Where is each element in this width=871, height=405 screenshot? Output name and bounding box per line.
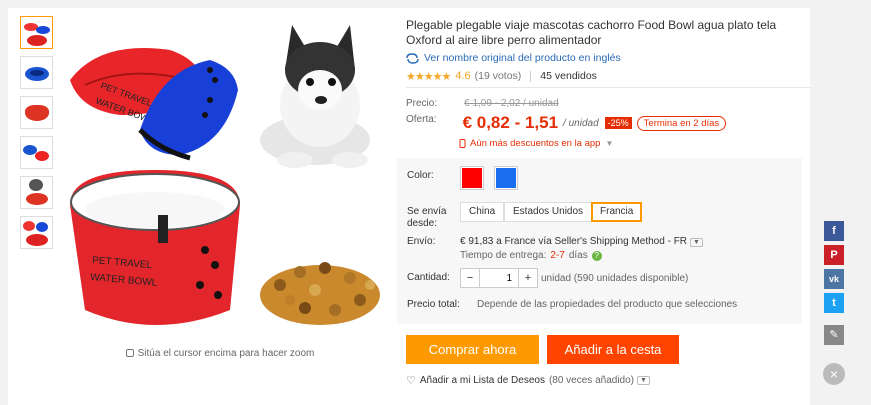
- red-bowl-open: PET TRAVEL WATER BOWL: [70, 170, 240, 325]
- main-product-image[interactable]: PET TRAVEL WATER BOWL PET TRAVEL WATER B…: [60, 10, 380, 350]
- help-icon[interactable]: ?: [591, 250, 602, 261]
- delivery-time: Tiempo de entrega: 2-7 días ?: [460, 250, 602, 261]
- qty-input[interactable]: [479, 269, 519, 287]
- shipping-label: Envío:: [407, 236, 436, 247]
- options-panel: Color: Se envía desde: China Estados Uni…: [397, 158, 802, 324]
- chevron-down-icon[interactable]: ▼: [690, 238, 703, 247]
- discount-badge: -25%: [604, 117, 632, 129]
- rating-value: 4.6: [455, 70, 471, 82]
- price-block: Precio: € 1,09 - 2,02 / unidad Oferta: €…: [406, 96, 811, 149]
- original-name-link[interactable]: Ver nombre original del producto en ingl…: [406, 52, 806, 64]
- ship-from-france[interactable]: Francia: [591, 202, 643, 222]
- color-label: Color:: [407, 170, 434, 181]
- shipping-value-text[interactable]: € 91,83 a France vía Seller's Shipping M…: [460, 236, 687, 247]
- delivery-unit: días: [568, 250, 588, 261]
- offer-price: € 0,82 - 1,51: [462, 113, 559, 132]
- color-swatch-red-fill: [462, 168, 482, 188]
- divider: [530, 70, 532, 82]
- wishlist-link[interactable]: ♡ Añadir a mi Lista de Deseos (80 veces …: [406, 374, 650, 387]
- ship-from-china[interactable]: China: [460, 202, 505, 222]
- delivery-days: 2-7: [550, 250, 565, 261]
- translate-icon: [406, 52, 419, 64]
- thumbnail-2[interactable]: [20, 56, 53, 89]
- product-title: Plegable plegable viaje mascotas cachorr…: [406, 18, 777, 47]
- qty-plus-button[interactable]: +: [519, 269, 537, 287]
- divider: [406, 87, 811, 88]
- qty-minus-button[interactable]: −: [461, 269, 479, 287]
- color-swatch-blue[interactable]: [494, 166, 518, 190]
- color-swatch-blue-fill: [496, 168, 516, 188]
- zoom-hint-text: Sitúa el cursor encima para hacer zoom: [137, 348, 315, 359]
- orders-count: 45 vendidos: [540, 70, 597, 82]
- buy-now-button[interactable]: Comprar ahora: [406, 335, 539, 364]
- app-discount-link[interactable]: Aún más descuentos en la app ▼: [458, 138, 811, 149]
- wishlist-text[interactable]: Añadir a mi Lista de Deseos: [420, 375, 545, 386]
- facebook-icon[interactable]: f: [824, 221, 844, 241]
- product-details: Plegable plegable viaje mascotas cachorr…: [406, 18, 806, 83]
- app-discount-text[interactable]: Aún más descuentos en la app: [470, 138, 600, 149]
- ends-badge: Termina en 2 días: [636, 115, 727, 131]
- rating-row: ★★★★★ 4.6 (19 votos) 45 vendidos: [406, 69, 806, 83]
- offer-label: Oferta:: [406, 114, 437, 125]
- price-label: Precio:: [406, 97, 438, 109]
- zoom-icon: [125, 349, 134, 357]
- thumbnail-1[interactable]: [20, 16, 53, 49]
- total-value: Depende de las propiedades del producto …: [477, 299, 738, 310]
- shipping-value[interactable]: € 91,83 a France vía Seller's Shipping M…: [460, 236, 703, 247]
- puppy-image: [260, 25, 370, 168]
- chevron-down-icon[interactable]: ▼: [637, 376, 650, 385]
- dog-food-kibble: [260, 262, 380, 325]
- delivery-label: Tiempo de entrega:: [460, 250, 547, 261]
- heart-icon: ♡: [406, 375, 416, 387]
- wishlist-count: (80 veces añadido): [548, 375, 635, 386]
- edit-icon[interactable]: ✎: [824, 325, 844, 345]
- zoom-hint: Sitúa el cursor encima para hacer zoom: [60, 348, 380, 359]
- quantity-stepper: − +: [460, 268, 538, 288]
- thumbnail-5[interactable]: [20, 176, 53, 209]
- total-label: Precio total:: [407, 299, 460, 310]
- quantity-label: Cantidad:: [407, 272, 450, 283]
- ship-from-usa[interactable]: Estados Unidos: [504, 202, 593, 222]
- price-unit: / unidad: [563, 117, 599, 129]
- add-to-cart-button[interactable]: Añadir a la cesta: [547, 335, 679, 364]
- pinterest-icon[interactable]: P: [824, 245, 844, 265]
- ship-from-label: Se envía desde:: [407, 206, 447, 229]
- phone-icon: [459, 139, 466, 148]
- color-swatch-red[interactable]: [460, 166, 484, 190]
- thumbnail-strip: [20, 16, 54, 256]
- chevron-down-icon[interactable]: ▼: [605, 139, 613, 148]
- qty-available: unidad (590 unidades disponible): [541, 273, 689, 284]
- old-price: € 1,09 - 2,02 / unidad: [464, 97, 559, 109]
- close-icon[interactable]: ×: [823, 363, 845, 385]
- thumbnail-6[interactable]: [20, 216, 53, 249]
- vk-icon[interactable]: vk: [824, 269, 844, 289]
- thumbnail-4[interactable]: [20, 136, 53, 169]
- thumbnail-3[interactable]: [20, 96, 53, 129]
- original-name-text[interactable]: Ver nombre original del producto en ingl…: [424, 52, 621, 64]
- votes-link[interactable]: (19 votos): [475, 70, 522, 82]
- twitter-icon[interactable]: t: [824, 293, 844, 313]
- star-rating-icon: ★★★★★: [406, 70, 451, 83]
